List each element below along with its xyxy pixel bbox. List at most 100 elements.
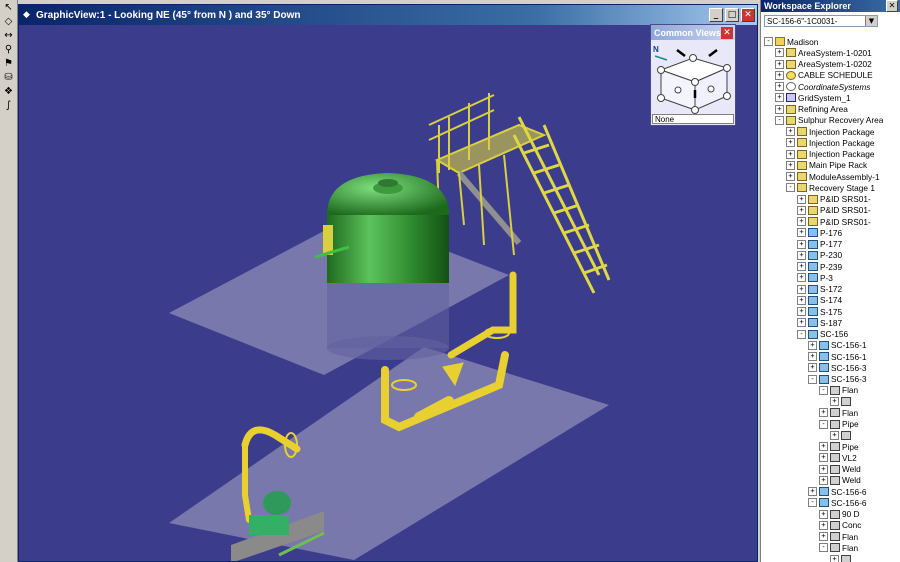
expand-icon[interactable]: + bbox=[819, 532, 828, 542]
tree-node[interactable]: + Conc bbox=[764, 520, 900, 531]
expand-icon[interactable]: + bbox=[775, 70, 784, 80]
filter-combobox[interactable]: SC-156-6"-1C0031- ▼ bbox=[764, 15, 878, 27]
expand-icon[interactable]: + bbox=[819, 475, 828, 485]
route-tool[interactable]: ⚲ bbox=[2, 44, 15, 56]
tree-node[interactable]: + P-3 bbox=[764, 272, 900, 283]
tree-node[interactable]: + P-239 bbox=[764, 261, 900, 272]
expand-icon[interactable]: + bbox=[797, 307, 806, 317]
chevron-down-icon[interactable]: ▼ bbox=[865, 16, 877, 26]
tree-node[interactable]: +90 D bbox=[764, 509, 900, 520]
tree-node[interactable]: + Injection Package bbox=[764, 149, 900, 160]
select-tool[interactable]: ↖ bbox=[2, 2, 15, 14]
tree-node[interactable]: + AreaSystem-1-0202 bbox=[764, 59, 900, 70]
tree-node[interactable]: - Recovery Stage 1 bbox=[764, 182, 900, 193]
tree-node[interactable]: + Injection Package bbox=[764, 126, 900, 137]
view-tool[interactable]: ◇ bbox=[2, 16, 15, 28]
expand-icon[interactable]: + bbox=[830, 430, 839, 440]
common-views-titlebar[interactable]: Common Views ✕ bbox=[651, 25, 735, 40]
tree-node[interactable]: + bbox=[764, 396, 900, 407]
tree-node[interactable]: + S-187 bbox=[764, 317, 900, 328]
expand-icon[interactable]: + bbox=[797, 194, 806, 204]
place-tool[interactable]: ⚑ bbox=[2, 58, 15, 70]
expand-icon[interactable]: + bbox=[786, 127, 795, 137]
tree-node[interactable]: - Madison bbox=[764, 36, 900, 47]
tree-node[interactable]: + CABLE SCHEDULE bbox=[764, 70, 900, 81]
tree-node[interactable]: - SC-156 bbox=[764, 329, 900, 340]
minimize-button[interactable]: _ bbox=[709, 8, 723, 22]
expand-icon[interactable]: + bbox=[808, 340, 817, 350]
expand-icon[interactable]: + bbox=[808, 487, 817, 497]
expand-icon[interactable]: + bbox=[786, 149, 795, 159]
collapse-icon[interactable]: - bbox=[786, 183, 795, 193]
expand-icon[interactable]: + bbox=[797, 217, 806, 227]
3d-viewport[interactable] bbox=[19, 25, 757, 561]
tree-node[interactable]: + ModuleAssembly-1 bbox=[764, 171, 900, 182]
workspace-explorer-close-button[interactable]: ✕ bbox=[886, 0, 898, 12]
maximize-button[interactable]: □ bbox=[725, 8, 739, 22]
tree-node[interactable]: + VL2 bbox=[764, 452, 900, 463]
tree-node[interactable]: + bbox=[764, 430, 900, 441]
component-tool[interactable]: ❖ bbox=[2, 86, 15, 98]
common-views-close-button[interactable]: ✕ bbox=[721, 26, 733, 39]
expand-icon[interactable]: + bbox=[775, 48, 784, 58]
collapse-icon[interactable]: - bbox=[764, 37, 773, 47]
expand-icon[interactable]: + bbox=[786, 172, 795, 182]
graphic-view-titlebar[interactable]: ◆ GraphicView:1 - Looking NE (45° from N… bbox=[19, 5, 757, 25]
tree-node[interactable]: + Weld bbox=[764, 475, 900, 486]
collapse-icon[interactable]: - bbox=[808, 498, 817, 508]
tree-node[interactable]: + P-230 bbox=[764, 250, 900, 261]
expand-icon[interactable]: + bbox=[786, 138, 795, 148]
tree-node[interactable]: - SC-156-6 bbox=[764, 497, 900, 508]
tree-node[interactable]: + CoordinateSystems bbox=[764, 81, 900, 92]
expand-icon[interactable]: + bbox=[808, 363, 817, 373]
tree-node[interactable]: - Flan bbox=[764, 542, 900, 553]
expand-icon[interactable]: + bbox=[797, 284, 806, 294]
tree-node[interactable]: + P-177 bbox=[764, 239, 900, 250]
collapse-icon[interactable]: - bbox=[819, 543, 828, 553]
expand-icon[interactable]: + bbox=[775, 59, 784, 69]
fit-tool[interactable]: ↔ bbox=[2, 30, 15, 42]
expand-icon[interactable]: + bbox=[808, 352, 817, 362]
tree-node[interactable]: + S-174 bbox=[764, 295, 900, 306]
tree-node[interactable]: + GridSystem_1 bbox=[764, 92, 900, 103]
expand-icon[interactable]: + bbox=[797, 295, 806, 305]
expand-icon[interactable]: + bbox=[830, 554, 839, 562]
close-button[interactable]: ✕ bbox=[741, 8, 755, 22]
tree-node[interactable]: + P-176 bbox=[764, 227, 900, 238]
tree-node[interactable]: + Flan bbox=[764, 407, 900, 418]
expand-icon[interactable]: + bbox=[819, 442, 828, 452]
measure-tool[interactable]: ∫ bbox=[2, 100, 15, 112]
tree-node[interactable]: - SC-156-3 bbox=[764, 374, 900, 385]
expand-icon[interactable]: + bbox=[797, 205, 806, 215]
tree-node[interactable]: - Pipe bbox=[764, 419, 900, 430]
tree-node[interactable]: + Flan bbox=[764, 531, 900, 542]
tree-node[interactable]: + SC-156-3 bbox=[764, 362, 900, 373]
expand-icon[interactable]: + bbox=[775, 104, 784, 114]
tree-node[interactable]: - Sulphur Recovery Area bbox=[764, 115, 900, 126]
tree-node[interactable]: + S-175 bbox=[764, 306, 900, 317]
expand-icon[interactable]: + bbox=[797, 228, 806, 238]
expand-icon[interactable]: + bbox=[819, 453, 828, 463]
tree-node[interactable]: + P&ID SRS01- bbox=[764, 205, 900, 216]
tree-node[interactable]: + Weld bbox=[764, 464, 900, 475]
tree-node[interactable]: + Injection Package bbox=[764, 137, 900, 148]
workspace-explorer-titlebar[interactable]: Workspace Explorer ✕ bbox=[761, 0, 900, 12]
collapse-icon[interactable]: - bbox=[797, 329, 806, 339]
expand-icon[interactable]: + bbox=[797, 239, 806, 249]
tree-node[interactable]: + bbox=[764, 554, 900, 562]
expand-icon[interactable]: + bbox=[797, 250, 806, 260]
collapse-icon[interactable]: - bbox=[775, 115, 784, 125]
expand-icon[interactable]: + bbox=[797, 262, 806, 272]
tree-node[interactable]: + SC-156-6 bbox=[764, 486, 900, 497]
expand-icon[interactable]: + bbox=[775, 93, 784, 103]
expand-icon[interactable]: + bbox=[819, 520, 828, 530]
collapse-icon[interactable]: - bbox=[808, 374, 817, 384]
expand-icon[interactable]: + bbox=[819, 509, 828, 519]
tree-node[interactable]: + S-172 bbox=[764, 284, 900, 295]
expand-icon[interactable]: + bbox=[797, 273, 806, 283]
tree-node[interactable]: - Flan bbox=[764, 385, 900, 396]
tree-node[interactable]: + SC-156-1 bbox=[764, 340, 900, 351]
equipment-tool[interactable]: ⛁ bbox=[2, 72, 15, 84]
view-cube[interactable]: N bbox=[651, 40, 735, 114]
tree-node[interactable]: + Main Pipe Rack bbox=[764, 160, 900, 171]
